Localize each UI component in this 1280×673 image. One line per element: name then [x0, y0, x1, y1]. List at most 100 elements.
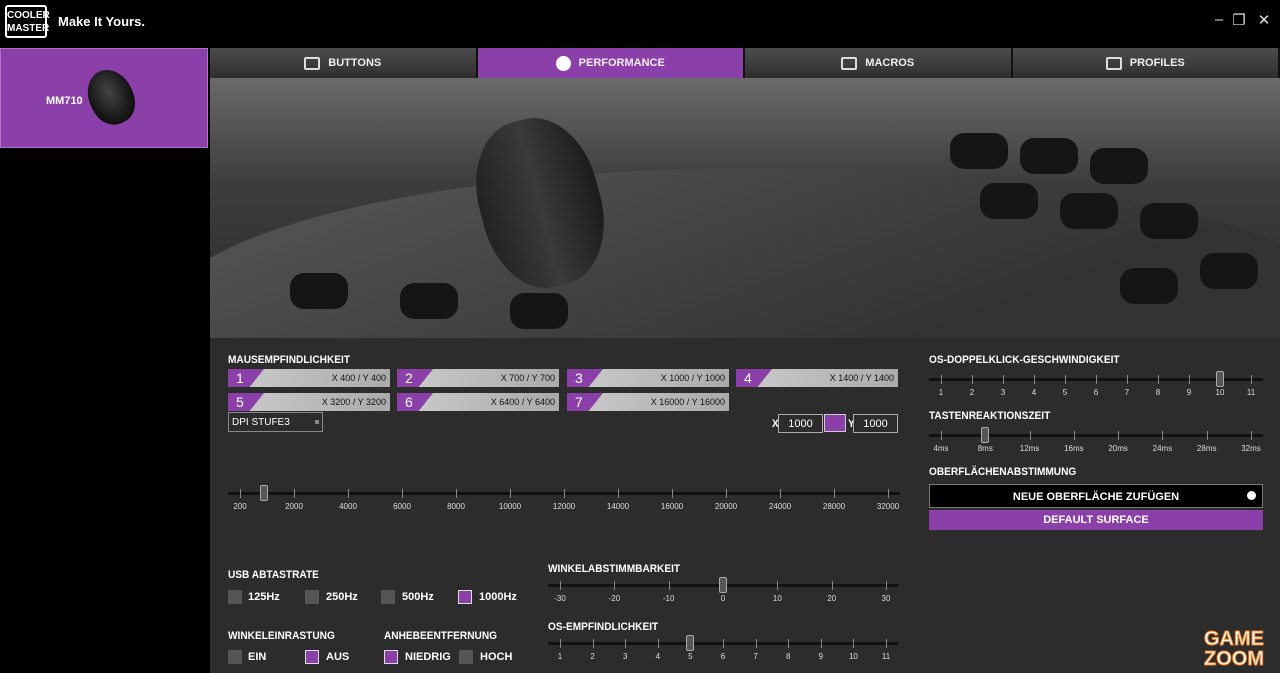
dpi-stage-value: X 1400 / Y 1400 — [829, 373, 894, 383]
slider-tick — [672, 489, 673, 498]
slider-tick-label: 28ms — [1196, 444, 1217, 453]
shell-hole — [510, 293, 568, 329]
slider-thumb[interactable] — [981, 427, 990, 443]
dpi-x-input[interactable]: 1000 — [778, 414, 823, 433]
slider-tick — [1029, 431, 1031, 440]
macros-icon — [841, 56, 858, 70]
angle-snap-off-label: AUS — [326, 651, 350, 663]
dpi-stage-4[interactable]: 4 X 1400 / Y 1400 — [736, 369, 898, 387]
slider-tick — [560, 639, 561, 648]
lift-off-low-checkbox[interactable] — [384, 650, 398, 664]
dpi-stage-number: 3 — [575, 370, 583, 386]
dpi-stage-select[interactable]: DPI STUFE3 — [228, 412, 323, 432]
tab-label: PROFILES — [1129, 57, 1185, 69]
dpi-stage-7[interactable]: 7 X 16000 / Y 16000 — [567, 393, 729, 411]
dpi-stage-value: X 3200 / Y 3200 — [321, 397, 386, 407]
maximize-icon[interactable]: ❐ — [1228, 11, 1250, 29]
shell-hole — [1060, 193, 1118, 229]
minimize-icon[interactable]: – — [1208, 11, 1230, 28]
double-click-title: OS-DOPPELKLICK-GESCHWINDIGKEIT — [929, 354, 1120, 366]
slider-tick — [941, 431, 942, 440]
app-window: COOLER MASTER Make It Yours. – ❐ ✕ MM710 … — [0, 0, 1280, 673]
app-tagline: Make It Yours. — [58, 14, 145, 29]
slider-tick-label: 28000 — [822, 502, 846, 511]
shell-hole — [1020, 138, 1078, 174]
slider-tick — [853, 639, 855, 648]
slider-tick-label: 20000 — [714, 502, 738, 511]
tab-profiles[interactable]: PROFILES — [1012, 48, 1280, 78]
slider-tick — [1127, 375, 1128, 384]
usb-125-checkbox[interactable] — [228, 590, 242, 604]
performance-icon — [555, 55, 571, 71]
slider-tick-label: 8ms — [977, 444, 993, 453]
angle-snap-on-checkbox[interactable] — [228, 650, 242, 664]
add-surface-button[interactable]: NEUE OBERFLÄCHE ZUFÜGEN — [929, 484, 1263, 508]
slider-tick — [456, 489, 457, 498]
dpi-stage-3[interactable]: 3 X 1000 / Y 1000 — [567, 369, 729, 387]
os-sensitivity-slider[interactable]: 1 2 3 4 5 6 7 8 9 10 11 — [548, 635, 898, 666]
slider-tick — [834, 489, 835, 498]
usb-rate-title: USB ABTASTRATE — [228, 569, 319, 581]
shell-hole — [1140, 203, 1198, 239]
slider-tick-label: -30 — [554, 594, 566, 603]
lift-off-high-checkbox[interactable] — [459, 650, 473, 664]
slider-tick — [614, 581, 616, 590]
usb-500-checkbox[interactable] — [381, 590, 395, 604]
slider-tick — [592, 639, 594, 648]
dpi-stage-5[interactable]: 5 X 3200 / Y 3200 — [228, 393, 390, 411]
slider-tick-label: 11 — [1246, 388, 1256, 397]
dpi-stage-value: X 400 / Y 400 — [331, 373, 386, 383]
slider-tick — [780, 489, 781, 498]
slider-thumb[interactable] — [1216, 371, 1224, 387]
slider-thumb[interactable] — [260, 485, 268, 501]
tab-buttons[interactable]: BUTTONS — [210, 48, 478, 78]
link-xy-icon[interactable] — [824, 414, 846, 432]
slider-tick — [1189, 375, 1190, 384]
shell-hole — [1120, 268, 1178, 304]
cooler-master-logo: COOLER MASTER — [5, 5, 50, 38]
slider-tick-label: 4ms — [933, 444, 949, 453]
usb-125-label: 125Hz — [248, 591, 280, 603]
lift-off-low-label: NIEDRIG — [405, 651, 451, 663]
slider-track[interactable] — [929, 434, 1263, 437]
slider-tick-label: 12000 — [552, 502, 576, 511]
dpi-stage-2[interactable]: 2 X 700 / Y 700 — [397, 369, 559, 387]
slider-tick-label: 200 — [233, 502, 247, 511]
close-icon[interactable]: ✕ — [1253, 11, 1275, 29]
double-click-slider[interactable]: 1 2 3 4 5 6 7 8 9 10 11 — [929, 371, 1263, 402]
slider-thumb[interactable] — [686, 635, 695, 651]
dpi-stage-value: X 16000 / Y 16000 — [650, 397, 725, 407]
slider-tick-label: -20 — [608, 594, 621, 603]
slider-tick-label: 6000 — [393, 502, 411, 511]
slider-tick-label: -10 — [662, 594, 675, 603]
dpi-stage-number: 7 — [575, 394, 583, 410]
dpi-y-input[interactable]: 1000 — [853, 414, 898, 433]
dpi-stage-1[interactable]: 1 X 400 / Y 400 — [228, 369, 390, 387]
slider-tick — [1118, 431, 1120, 440]
default-surface-button[interactable]: DEFAULT SURFACE — [929, 510, 1263, 530]
slider-tick-label: 0 — [720, 594, 726, 603]
tab-performance[interactable]: PERFORMANCE — [477, 48, 745, 78]
main-tabs: BUTTONS PERFORMANCE MACROS PROFILES — [210, 48, 1280, 78]
sensitivity-title: MAUSEMPFINDLICHKEIT — [228, 354, 351, 366]
slider-thumb[interactable] — [719, 577, 727, 593]
slider-tick-label: 16000 — [660, 502, 684, 511]
response-time-slider[interactable]: 4ms 8ms 12ms 16ms 20ms 24ms 28ms 32ms — [929, 427, 1263, 458]
slider-tick — [831, 581, 833, 590]
dpi-stage-6[interactable]: 6 X 6400 / Y 6400 — [397, 393, 559, 411]
slider-tick — [1065, 375, 1066, 384]
dpi-slider[interactable]: 200 2000 4000 6000 8000 10000 12000 14000 16000 2… — [228, 485, 900, 516]
slider-tick — [1034, 375, 1035, 384]
usb-1000-label: 1000Hz — [479, 591, 517, 603]
angle-tuning-slider[interactable]: -30 -20 -10 0 10 20 30 — [548, 577, 898, 608]
angle-snap-off-checkbox[interactable] — [305, 650, 319, 664]
usb-250-checkbox[interactable] — [305, 590, 319, 604]
slider-tick-label: 24ms — [1152, 444, 1173, 453]
title-bar: COOLER MASTER Make It Yours. – ❐ ✕ — [0, 0, 1280, 44]
device-card[interactable]: MM710 — [0, 48, 208, 148]
usb-500-label: 500Hz — [402, 591, 434, 603]
usb-1000-checkbox[interactable] — [458, 590, 472, 604]
tab-macros[interactable]: MACROS — [745, 48, 1013, 78]
slider-tick — [240, 489, 241, 498]
chevron-down-icon — [315, 420, 319, 424]
